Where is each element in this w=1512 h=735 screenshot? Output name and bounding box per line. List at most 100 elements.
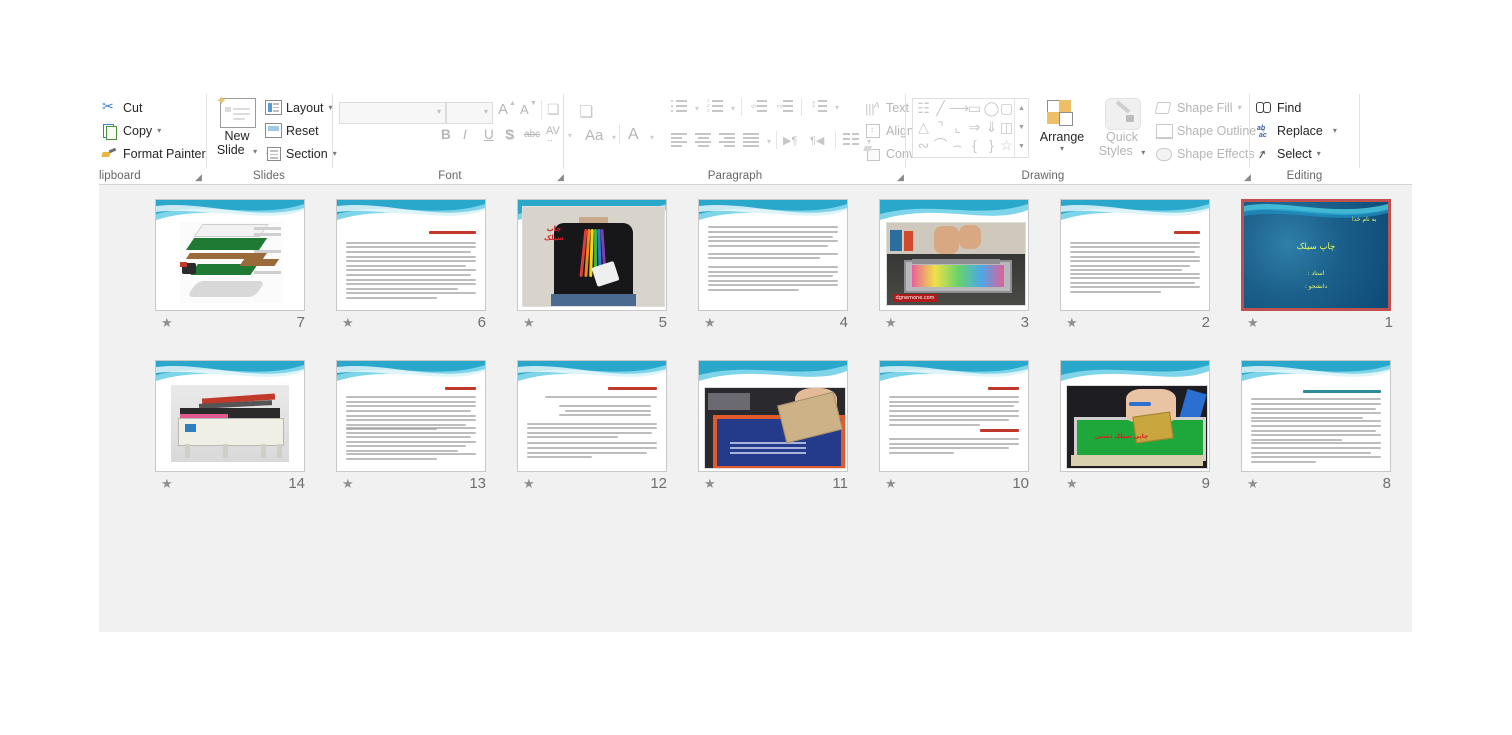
shape-folded-corner-icon[interactable]: ◫ bbox=[998, 119, 1015, 135]
grow-font-button[interactable]: A bbox=[498, 101, 508, 118]
slide-7-canvas[interactable] bbox=[155, 199, 305, 311]
paragraph-dialog-launcher[interactable]: ◢ bbox=[897, 173, 906, 182]
shrink-font-button[interactable]: A bbox=[520, 102, 529, 117]
font-size-input[interactable]: ▾ bbox=[446, 102, 493, 124]
chevron-down-icon[interactable]: ▾ bbox=[835, 104, 839, 112]
animation-star-icon[interactable]: ★ bbox=[161, 477, 173, 491]
italic-button[interactable]: I bbox=[463, 127, 467, 142]
gallery-more-icon[interactable]: ▼ bbox=[1015, 137, 1028, 156]
rtl-text-direction-button[interactable]: ¶◀ bbox=[810, 134, 824, 147]
quick-styles-button[interactable]: Quick Styles ▾ bbox=[1094, 98, 1150, 158]
animation-star-icon[interactable]: ★ bbox=[704, 316, 716, 330]
slide-11-canvas[interactable] bbox=[698, 360, 848, 472]
slide-12-canvas[interactable] bbox=[517, 360, 667, 472]
clear-formatting-icon[interactable]: ❏ bbox=[547, 101, 560, 118]
justify-button[interactable] bbox=[743, 132, 760, 147]
slide-1-canvas[interactable]: به نام خدا چاپ سیلک استاد : دانشجو : bbox=[1241, 199, 1391, 311]
animation-star-icon[interactable]: ★ bbox=[704, 477, 716, 491]
decrease-indent-button[interactable]: ⇦ bbox=[750, 99, 768, 114]
slide-thumbnail-3[interactable]: dgnemone.com ★ 3 bbox=[879, 199, 1041, 335]
line-spacing-button[interactable]: ↕ bbox=[811, 98, 828, 113]
format-painter-button[interactable]: Format Painter bbox=[101, 143, 206, 165]
align-left-button[interactable] bbox=[671, 132, 688, 147]
bold-button[interactable]: B bbox=[441, 127, 451, 142]
layout-button[interactable]: Layout ▾ bbox=[265, 97, 333, 119]
strikethrough-button[interactable]: abc bbox=[524, 129, 540, 140]
new-slide-button[interactable]: ✦ New Slide ▾ bbox=[212, 93, 262, 160]
chevron-down-icon[interactable]: ▾ bbox=[767, 138, 771, 146]
slide-4-canvas[interactable] bbox=[698, 199, 848, 311]
slide-thumbnail-1[interactable]: به نام خدا چاپ سیلک استاد : دانشجو : ★ 1 bbox=[1241, 199, 1403, 335]
replace-button[interactable]: ab ac Replace ▾ bbox=[1256, 120, 1337, 142]
font-name-input[interactable]: ▾ bbox=[339, 102, 446, 124]
chevron-down-icon[interactable]: ▾ bbox=[695, 105, 699, 113]
slide-thumbnail-11[interactable]: ★ 11 bbox=[698, 360, 860, 496]
section-button[interactable]: ✦ Section ▾ bbox=[265, 143, 337, 165]
slide-thumbnail-9[interactable]: چاپی سیلک دستی ★ 9 bbox=[1060, 360, 1222, 496]
shape-arc-icon[interactable]: ⌢ bbox=[949, 137, 966, 153]
shapes-gallery[interactable]: ☷ ╱ ⟶ ▭ ◯ ▢ △ ⌝ ⌞ ⇒ ⇓ ◫ ∾ ⌒ ⌢ { } ☆ ▲ ▼ … bbox=[912, 98, 1029, 158]
slide-thumbnail-13[interactable]: ★ 13 bbox=[336, 360, 498, 496]
animation-star-icon[interactable]: ★ bbox=[161, 316, 173, 330]
clipboard-dialog-launcher[interactable]: ◢ bbox=[195, 173, 204, 182]
slide-thumbnail-4[interactable]: ★ 4 bbox=[698, 199, 860, 335]
shape-elbow-icon[interactable]: ⌝ bbox=[932, 119, 949, 135]
shape-rounded-rect-icon[interactable]: ▢ bbox=[998, 100, 1015, 116]
align-right-button[interactable] bbox=[719, 132, 736, 147]
select-button[interactable]: ➚ Select ▾ bbox=[1256, 143, 1321, 165]
shape-star-icon[interactable]: ☆ bbox=[998, 137, 1015, 153]
shape-right-arrow-icon[interactable]: ⇒ bbox=[966, 119, 983, 135]
shape-left-brace-icon[interactable]: { bbox=[966, 137, 983, 153]
shape-freeform-icon[interactable]: ∾ bbox=[915, 137, 932, 153]
slide-14-canvas[interactable] bbox=[155, 360, 305, 472]
numbering-button[interactable]: 1 2 3 bbox=[707, 98, 724, 114]
cut-button[interactable]: Cut bbox=[102, 97, 142, 119]
shape-effects-button[interactable]: Shape Effects ▾ bbox=[1156, 143, 1264, 165]
slide-5-canvas[interactable]: چاپ سیلک bbox=[517, 199, 667, 311]
shape-curve-icon[interactable]: ⌒ bbox=[932, 137, 949, 153]
animation-star-icon[interactable]: ★ bbox=[523, 316, 535, 330]
animation-star-icon[interactable]: ★ bbox=[1066, 316, 1078, 330]
align-center-button[interactable] bbox=[695, 132, 712, 147]
slide-thumbnail-8[interactable]: ★ 8 bbox=[1241, 360, 1403, 496]
shape-rectangle-icon[interactable]: ▭ bbox=[966, 100, 983, 116]
animation-star-icon[interactable]: ★ bbox=[1247, 477, 1259, 491]
slide-9-canvas[interactable]: چاپی سیلک دستی bbox=[1060, 360, 1210, 472]
slide-sorter-workspace[interactable]: ★ 7 ★ 6 چاپ سیلک ★ 5 ★ 4 dgnemone.com ★ … bbox=[99, 185, 1412, 632]
slide-thumbnail-10[interactable]: ★ 10 bbox=[879, 360, 1041, 496]
bullets-button[interactable] bbox=[671, 99, 688, 114]
find-button[interactable]: Find bbox=[1256, 97, 1301, 119]
animation-star-icon[interactable]: ★ bbox=[1247, 316, 1259, 330]
animation-star-icon[interactable]: ★ bbox=[885, 316, 897, 330]
animation-star-icon[interactable]: ★ bbox=[523, 477, 535, 491]
shape-line-icon[interactable]: ╱ bbox=[932, 100, 949, 116]
slide-thumbnail-12[interactable]: ★ 12 bbox=[517, 360, 679, 496]
slide-thumbnail-7[interactable]: ★ 7 bbox=[155, 199, 317, 335]
slide-6-canvas[interactable] bbox=[336, 199, 486, 311]
shape-elbow-arrow-icon[interactable]: ⌞ bbox=[949, 119, 966, 135]
slide-13-canvas[interactable] bbox=[336, 360, 486, 472]
slide-10-canvas[interactable] bbox=[879, 360, 1029, 472]
reset-button[interactable]: ↻ Reset bbox=[265, 120, 319, 142]
slide-3-canvas[interactable]: dgnemone.com bbox=[879, 199, 1029, 311]
gallery-scroll-up-icon[interactable]: ▲ bbox=[1015, 99, 1028, 118]
text-shadow-button[interactable]: S bbox=[505, 127, 514, 142]
animation-star-icon[interactable]: ★ bbox=[342, 477, 354, 491]
shapes-gallery-scrollbar[interactable]: ▲ ▼ ▼ bbox=[1014, 99, 1028, 157]
columns-button[interactable] bbox=[843, 132, 860, 147]
arrange-button[interactable]: Arrange ▾ bbox=[1034, 98, 1090, 153]
animation-star-icon[interactable]: ★ bbox=[885, 477, 897, 491]
increase-indent-button[interactable]: ⇨ bbox=[776, 99, 794, 114]
shape-arrow-icon[interactable]: ⟶ bbox=[949, 100, 969, 116]
animation-star-icon[interactable]: ★ bbox=[1066, 477, 1078, 491]
slide-thumbnail-6[interactable]: ★ 6 bbox=[336, 199, 498, 335]
chevron-down-icon[interactable]: ▾ bbox=[731, 105, 735, 113]
slide-thumbnail-2[interactable]: ★ 2 bbox=[1060, 199, 1222, 335]
slide-2-canvas[interactable] bbox=[1060, 199, 1210, 311]
ltr-text-direction-button[interactable]: ▶¶ bbox=[783, 134, 797, 147]
gallery-scroll-down-icon[interactable]: ▼ bbox=[1015, 118, 1028, 137]
copy-button[interactable]: Copy ▾ bbox=[102, 120, 161, 142]
shape-fill-button[interactable]: Shape Fill ▾ bbox=[1154, 97, 1242, 119]
shape-triangle-icon[interactable]: △ bbox=[915, 119, 932, 135]
slide-thumbnail-14[interactable]: ★ 14 bbox=[155, 360, 317, 496]
